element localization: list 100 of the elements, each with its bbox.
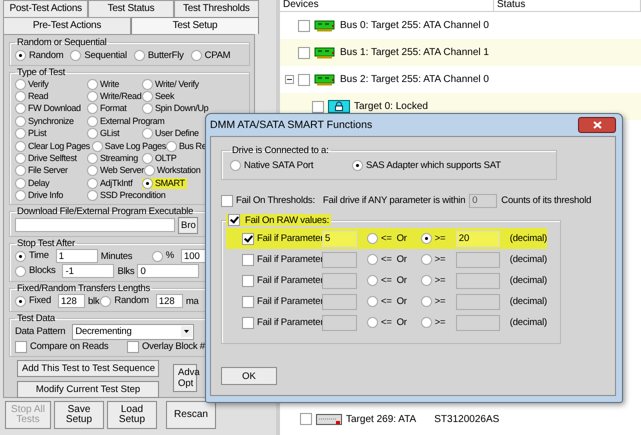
radio-indicator[interactable] [15,250,26,262]
checkbox-option[interactable]: Fail if Parameter [242,274,322,286]
parameter-field[interactable] [322,252,357,268]
radio-option[interactable]: <= [367,232,397,244]
checkbox-option[interactable]: Fail if Parameter [242,316,322,328]
radio-indicator[interactable] [420,317,432,328]
radio-option[interactable]: FW Download [15,103,87,114]
radio-indicator[interactable] [87,78,98,90]
column-header[interactable]: Devices [280,0,494,11]
radio-indicator[interactable] [352,160,363,171]
radio-option[interactable]: Drive Selftest [15,153,87,164]
raw-values-checkbox[interactable]: Fail On RAW values: [226,214,332,226]
radio-option[interactable]: Synchronize [15,116,87,127]
radio-option[interactable]: Workstation [144,165,202,176]
checkbox[interactable] [300,413,312,425]
radio-option[interactable]: Streaming [87,153,142,164]
radio-indicator[interactable] [142,153,153,164]
radio-indicator[interactable] [100,296,112,307]
radio-indicator[interactable] [15,128,26,140]
radio-indicator[interactable] [367,296,378,307]
checkbox[interactable] [242,254,254,266]
percent-field[interactable]: 100 [180,249,207,264]
radio-indicator[interactable] [367,275,378,286]
checkbox-option[interactable]: Fail if Parameter [242,232,322,244]
limit-field[interactable] [456,252,500,268]
checkbox-option[interactable]: Compare on Reads [15,340,127,353]
radio-option[interactable]: Format [87,103,142,114]
add-test-button[interactable]: Add This Test to Test Sequence [17,360,159,377]
ok-button[interactable]: OK [221,367,277,385]
radio-indicator[interactable] [166,140,177,152]
time-field[interactable]: 1 [56,249,98,264]
checkbox[interactable] [242,274,254,286]
parameter-field[interactable] [322,294,357,310]
radio-indicator[interactable] [87,91,98,102]
radio-indicator[interactable] [142,103,153,114]
length-field[interactable]: 128 [58,294,85,308]
radio-indicator[interactable] [87,165,98,176]
checkbox-option[interactable]: Overlay Block # [127,340,205,353]
radio-indicator[interactable] [87,116,98,127]
radio-option[interactable]: User Define [142,128,201,140]
collapse-icon[interactable] [285,75,294,84]
parameter-field[interactable] [322,314,357,330]
radio-option[interactable]: Time [15,250,49,262]
radio-option[interactable]: Web Server [87,165,144,176]
radio-option[interactable]: Spin Down/Up [142,103,210,114]
radio-option[interactable]: Drive Info [15,190,87,202]
pattern-dropdown[interactable]: Decrementing [72,324,194,340]
radio-indicator[interactable] [15,116,26,127]
radio-option[interactable]: Seek [142,91,176,102]
blocks-count-field[interactable]: 0 [137,264,200,278]
checkbox[interactable] [242,296,254,308]
radio-indicator[interactable] [152,250,163,262]
radio-indicator[interactable] [15,78,26,90]
checkbox[interactable] [298,46,310,58]
radio-indicator[interactable] [420,233,432,244]
radio-indicator[interactable] [87,178,98,189]
radio-option[interactable]: Random [100,295,149,308]
radio-indicator[interactable] [15,91,26,102]
checkbox-option[interactable]: Fail if Parameter [242,254,322,266]
checkbox[interactable] [312,100,324,112]
limit-field[interactable] [456,314,500,330]
radio-option[interactable]: <= [367,316,397,328]
radio-option[interactable]: Write [87,78,142,90]
checkbox[interactable] [228,214,240,226]
radio-indicator[interactable] [420,275,432,286]
radio-option[interactable]: <= [367,296,397,308]
checkbox[interactable] [298,20,310,32]
checkbox[interactable] [242,232,254,244]
radio-indicator[interactable] [15,50,26,61]
radio-option[interactable]: SMART [142,178,187,189]
parameter-field[interactable]: 5 [322,230,357,246]
radio-option[interactable]: GList [87,128,142,140]
tab[interactable]: Test Setup [131,17,259,34]
radio-indicator[interactable] [15,165,26,176]
device-name[interactable]: Bus 2: Target 255: ATA Channel 0 [340,74,489,85]
radio-indicator[interactable] [142,128,153,140]
radio-indicator[interactable] [367,233,378,244]
radio-option[interactable]: Random [15,50,64,62]
radio-option[interactable]: >= [420,296,456,308]
checkbox[interactable] [298,74,310,86]
radio-option[interactable]: >= [420,232,456,244]
close-button[interactable] [578,117,616,133]
radio-indicator[interactable] [15,103,26,114]
parameter-field[interactable] [322,272,357,288]
tab[interactable]: Test Status [88,0,174,17]
toolbar-button[interactable]: Load Setup [107,401,157,429]
radio-indicator[interactable] [15,266,26,277]
radio-indicator[interactable] [142,91,153,102]
checkbox[interactable] [221,194,233,206]
radio-indicator[interactable] [87,153,98,164]
radio-indicator[interactable] [15,153,26,164]
radio-indicator[interactable] [15,178,26,189]
radio-indicator[interactable] [144,165,155,176]
radio-indicator[interactable] [420,296,432,307]
radio-option[interactable]: SSD Precondition [87,190,166,202]
radio-indicator[interactable] [87,128,98,140]
radio-option[interactable]: CPAM [190,50,230,62]
radio-indicator[interactable] [15,190,26,202]
checkbox[interactable] [242,316,254,328]
radio-option[interactable]: >= [420,316,456,328]
